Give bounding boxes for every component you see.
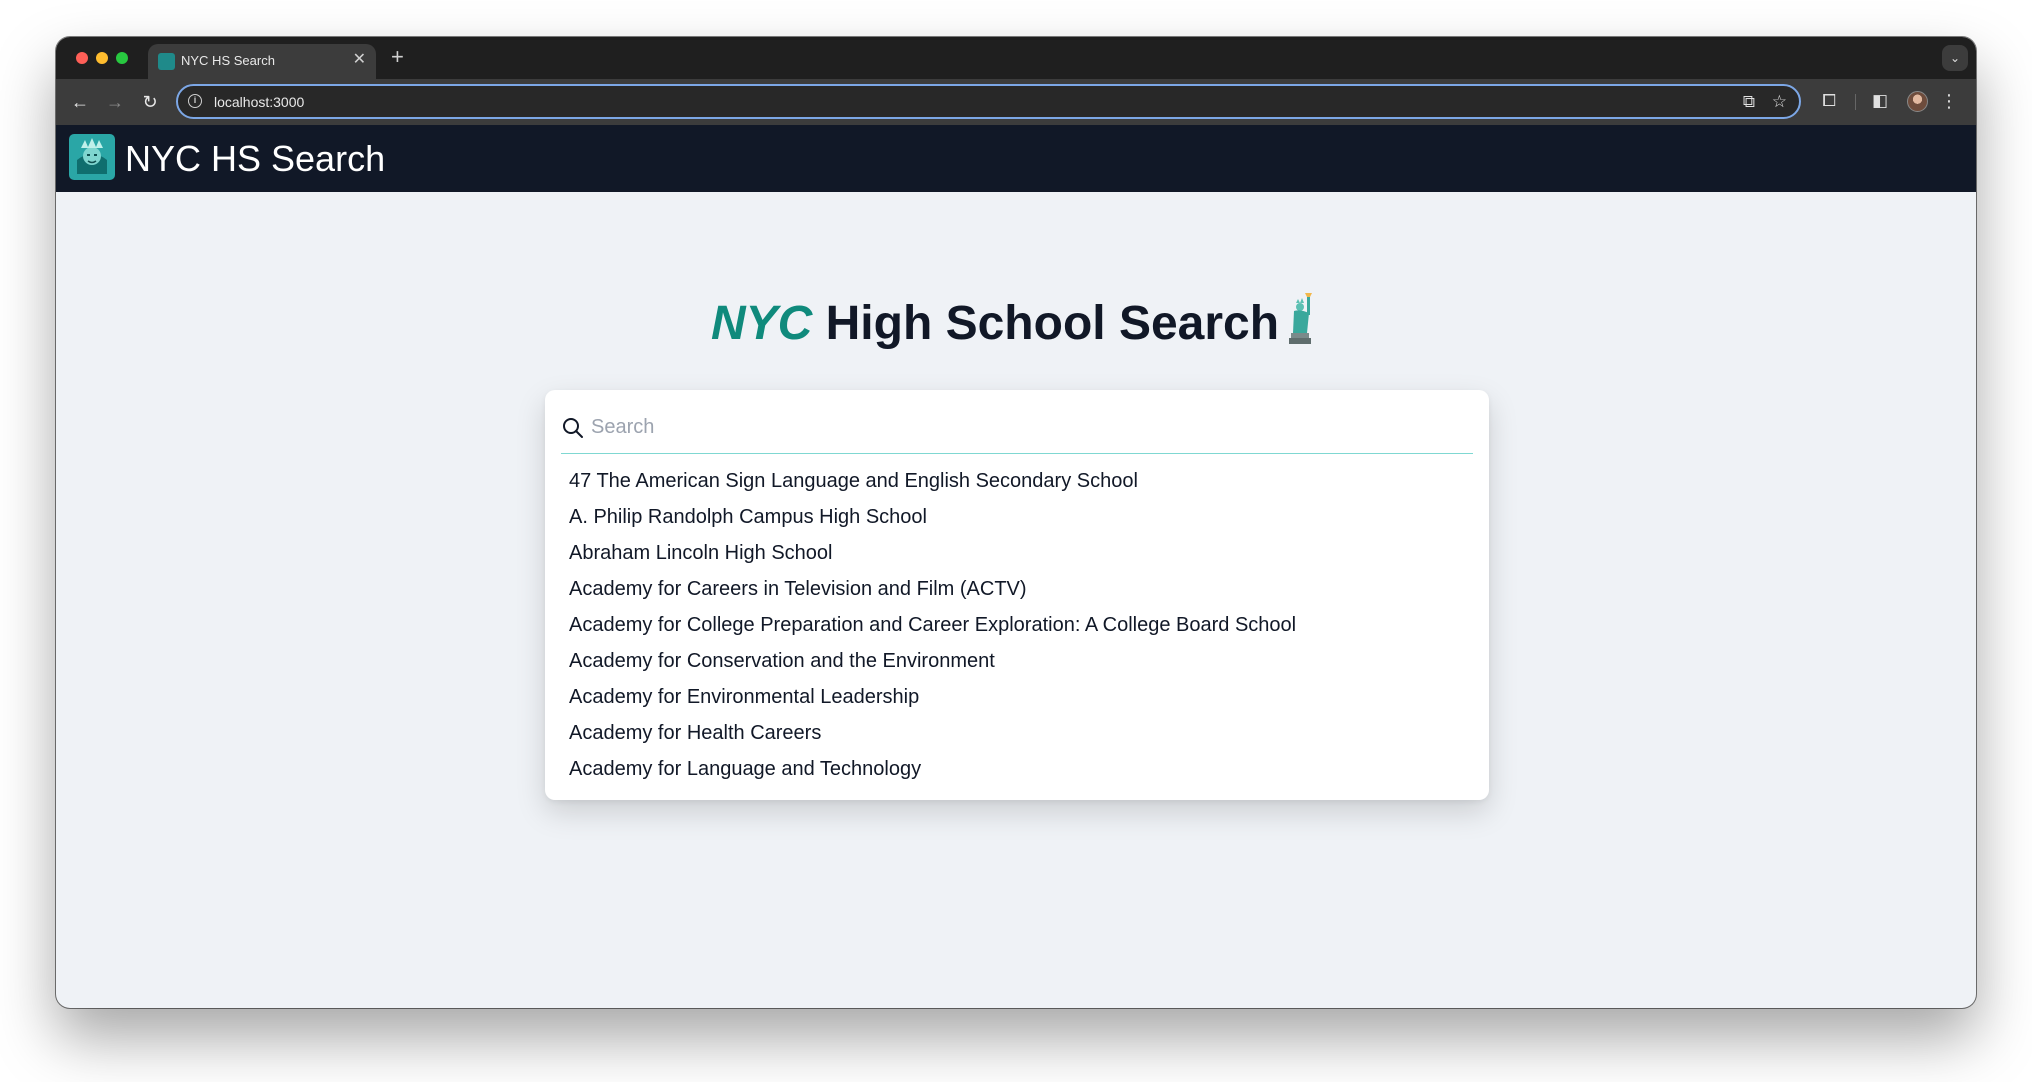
close-window-button[interactable] [76,52,88,64]
reload-button[interactable]: ↻ [136,88,164,116]
tab-strip: NYC HS Search ✕ + ⌄ [56,37,1976,79]
result-item[interactable]: Academy for Language and Technology [569,751,1469,787]
toolbar-divider [1855,94,1856,110]
url-text: localhost:3000 [214,94,305,110]
statue-of-liberty-logo-icon[interactable] [69,134,115,180]
result-item[interactable]: 47 The American Sign Language and Englis… [569,463,1469,499]
menu-kebab-icon[interactable]: ⋮ [1940,90,1958,112]
page-title-accent: NYC [710,297,813,350]
address-bar[interactable]: i localhost:3000 ⧉ ☆ [176,84,1801,119]
maximize-window-button[interactable] [116,52,128,64]
browser-tab[interactable]: NYC HS Search ✕ [148,44,376,79]
back-button[interactable]: ← [66,88,94,116]
search-input[interactable] [591,410,1461,444]
page-title-text: High School Search [812,297,1280,350]
forward-button[interactable]: → [101,88,129,116]
browser-toolbar: ← → ↻ i localhost:3000 ⧉ ☆ ⧠ ◧ ⋮ [56,79,1976,125]
result-item[interactable]: Academy for Conservation and the Environ… [569,643,1469,679]
profile-avatar[interactable] [1907,91,1928,112]
tab-search-button[interactable]: ⌄ [1942,45,1968,71]
result-item[interactable]: A. Philip Randolph Campus High School [569,499,1469,535]
new-tab-button[interactable]: + [391,46,404,68]
favicon-icon [158,53,175,70]
search-card: 47 The American Sign Language and Englis… [545,390,1489,800]
result-item[interactable]: Academy for Environmental Leadership [569,679,1469,715]
bookmark-star-icon[interactable]: ☆ [1772,92,1787,112]
side-panel-icon[interactable]: ◧ [1872,90,1888,112]
result-item[interactable]: Academy for Health Careers [569,715,1469,751]
app-title[interactable]: NYC HS Search [125,137,385,181]
browser-window: NYC HS Search ✕ + ⌄ ← → ↻ i localhost:30… [56,37,1976,1008]
extensions-icon[interactable]: ⧠ [1822,90,1836,112]
results-list: 47 The American Sign Language and Englis… [569,463,1469,787]
app-navbar: NYC HS Search [56,125,1976,192]
close-tab-icon[interactable]: ✕ [353,51,366,69]
site-info-icon[interactable]: i [188,94,202,108]
statue-of-liberty-icon [1289,293,1313,344]
result-item[interactable]: Abraham Lincoln High School [569,535,1469,571]
tab-title: NYC HS Search [181,53,275,68]
search-icon [563,418,583,438]
minimize-window-button[interactable] [96,52,108,64]
result-item[interactable]: Academy for Careers in Television and Fi… [569,571,1469,607]
search-row [561,398,1473,454]
page-title: NYC High School Search [56,293,1976,354]
result-item[interactable]: Academy for College Preparation and Care… [569,607,1469,643]
install-app-icon[interactable]: ⧉ [1743,92,1755,112]
